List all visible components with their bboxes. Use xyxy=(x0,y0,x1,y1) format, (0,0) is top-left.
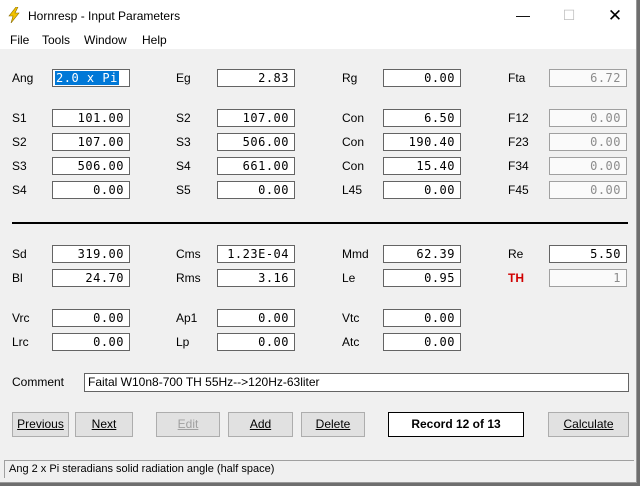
hornresp-window: Hornresp - Input Parameters — ☐ ✕ File T… xyxy=(0,0,637,483)
atc-label: Atc xyxy=(342,335,360,349)
s3-left-label: S3 xyxy=(12,159,27,173)
edit-button: Edit xyxy=(156,412,220,437)
s2-field[interactable]: 107.00 xyxy=(217,109,295,127)
record-indicator: Record 12 of 13 xyxy=(388,412,524,437)
status-bar: Ang 2 x Pi steradians solid radiation an… xyxy=(4,460,634,478)
ang-field[interactable]: 2.0 x Pi xyxy=(52,69,130,87)
menu-file[interactable]: File xyxy=(10,33,29,47)
lp-field[interactable]: 0.00 xyxy=(217,333,295,351)
vtc-field[interactable]: 0.00 xyxy=(383,309,461,327)
eg-label: Eg xyxy=(176,71,191,85)
th-label[interactable]: TH xyxy=(508,271,524,285)
rg-label: Rg xyxy=(342,71,358,85)
atc-field[interactable]: 0.00 xyxy=(383,333,461,351)
con3-field[interactable]: 15.40 xyxy=(383,157,461,175)
le-label: Le xyxy=(342,271,356,285)
bl-label: Bl xyxy=(12,271,23,285)
con3-label: Con xyxy=(342,159,365,173)
vrc-label: Vrc xyxy=(12,311,30,325)
maximize-button[interactable]: ☐ xyxy=(546,0,592,31)
menu-help[interactable]: Help xyxy=(142,33,167,47)
minimize-button[interactable]: — xyxy=(500,0,546,31)
s2-left-label: S2 xyxy=(12,135,27,149)
cms-label: Cms xyxy=(176,247,201,261)
sd-field[interactable]: 319.00 xyxy=(52,245,130,263)
section-divider xyxy=(12,222,628,224)
window-title: Hornresp - Input Parameters xyxy=(28,9,181,23)
lrc-label: Lrc xyxy=(12,335,29,349)
f45-label: F45 xyxy=(508,183,529,197)
f23-label: F23 xyxy=(508,135,529,149)
ang-label: Ang xyxy=(12,71,34,85)
le-field[interactable]: 0.95 xyxy=(383,269,461,287)
mmd-field[interactable]: 62.39 xyxy=(383,245,461,263)
s4-left-field[interactable]: 0.00 xyxy=(52,181,130,199)
rms-field[interactable]: 3.16 xyxy=(217,269,295,287)
con1-field[interactable]: 6.50 xyxy=(383,109,461,127)
vrc-field[interactable]: 0.00 xyxy=(52,309,130,327)
mmd-label: Mmd xyxy=(342,247,369,261)
close-button[interactable]: ✕ xyxy=(592,0,638,31)
s5-label: S5 xyxy=(176,183,191,197)
l45-field[interactable]: 0.00 xyxy=(383,181,461,199)
s3-left-field[interactable]: 506.00 xyxy=(52,157,130,175)
ap1-field[interactable]: 0.00 xyxy=(217,309,295,327)
vtc-label: Vtc xyxy=(342,311,360,325)
rg-field[interactable]: 0.00 xyxy=(383,69,461,87)
comment-label: Comment xyxy=(12,375,65,389)
s5-field[interactable]: 0.00 xyxy=(217,181,295,199)
s4-label: S4 xyxy=(176,159,191,173)
delete-button[interactable]: Delete xyxy=(301,412,365,437)
bl-field[interactable]: 24.70 xyxy=(52,269,130,287)
title-bar[interactable]: Hornresp - Input Parameters — ☐ ✕ xyxy=(0,0,636,31)
con2-field[interactable]: 190.40 xyxy=(383,133,461,151)
cms-field[interactable]: 1.23E-04 xyxy=(217,245,295,263)
f23-field: 0.00 xyxy=(549,133,627,151)
comment-field[interactable]: Faital W10n8-700 TH 55Hz-->120Hz-63liter xyxy=(84,373,629,392)
l45-label: L45 xyxy=(342,183,363,197)
fta-field: 6.72 xyxy=(549,69,627,87)
s1-label: S1 xyxy=(12,111,27,125)
s4-left-label: S4 xyxy=(12,183,27,197)
lp-label: Lp xyxy=(176,335,190,349)
rms-label: Rms xyxy=(176,271,201,285)
re-field[interactable]: 5.50 xyxy=(549,245,627,263)
menu-tools[interactable]: Tools xyxy=(42,33,70,47)
add-button[interactable]: Add xyxy=(228,412,293,437)
lrc-field[interactable]: 0.00 xyxy=(52,333,130,351)
f45-field: 0.00 xyxy=(549,181,627,199)
sd-label: Sd xyxy=(12,247,27,261)
ang-value: 2.0 x Pi xyxy=(55,71,119,85)
s3-label: S3 xyxy=(176,135,191,149)
menu-window[interactable]: Window xyxy=(84,33,127,47)
menu-bar: File Tools Window Help xyxy=(0,31,636,49)
f12-label: F12 xyxy=(508,111,529,125)
s3-field[interactable]: 506.00 xyxy=(217,133,295,151)
ap1-label: Ap1 xyxy=(176,311,198,325)
re-label: Re xyxy=(508,247,524,261)
f12-field: 0.00 xyxy=(549,109,627,127)
th-field: 1 xyxy=(549,269,627,287)
con2-label: Con xyxy=(342,135,365,149)
f34-label: F34 xyxy=(508,159,529,173)
eg-field[interactable]: 2.83 xyxy=(217,69,295,87)
lightning-bolt-icon xyxy=(8,7,20,23)
previous-button[interactable]: Previous xyxy=(12,412,69,437)
s1-field[interactable]: 101.00 xyxy=(52,109,130,127)
calculate-button[interactable]: Calculate xyxy=(548,412,629,437)
f34-field: 0.00 xyxy=(549,157,627,175)
s2-label: S2 xyxy=(176,111,191,125)
s2-left-field[interactable]: 107.00 xyxy=(52,133,130,151)
s4-field[interactable]: 661.00 xyxy=(217,157,295,175)
fta-label: Fta xyxy=(508,71,526,85)
next-button[interactable]: Next xyxy=(75,412,133,437)
con1-label: Con xyxy=(342,111,365,125)
